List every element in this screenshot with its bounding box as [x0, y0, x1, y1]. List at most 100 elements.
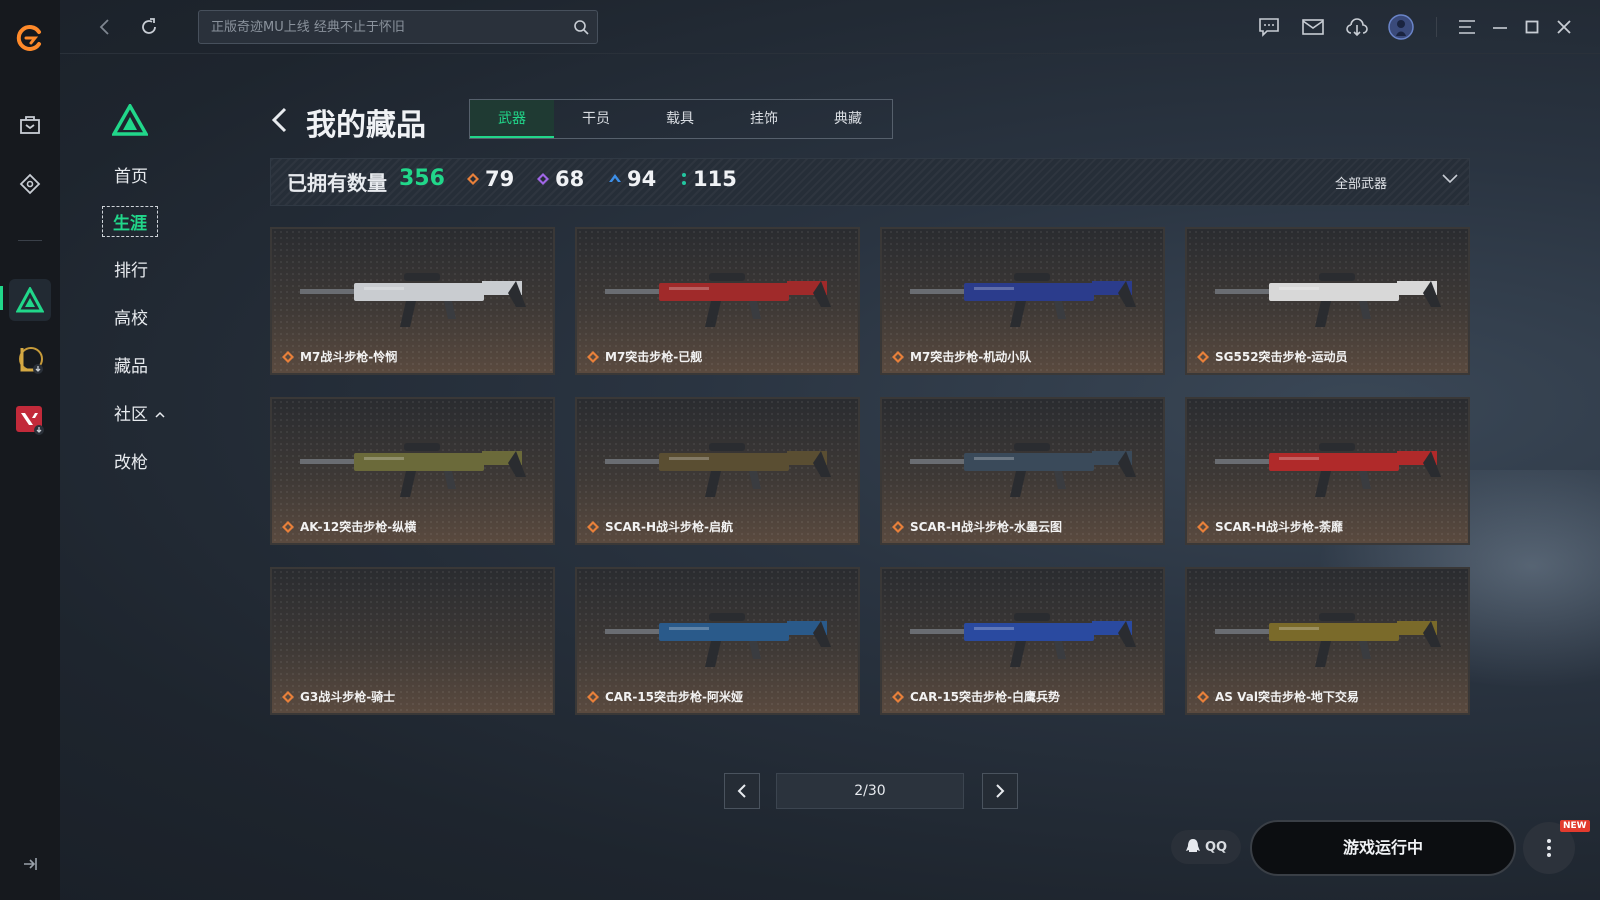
weapon-name: M7突击步枪-已舰 [605, 350, 703, 364]
tab-collector[interactable]: 典藏 [806, 100, 890, 138]
maximize-icon [1525, 20, 1539, 34]
refresh-icon [142, 18, 156, 34]
weapon-name: CAR-15突击步枪-阿米娅 [605, 690, 743, 704]
weapon-card[interactable]: M7突击步枪-机动小队 [880, 227, 1165, 375]
chevron-left-icon [99, 19, 109, 35]
page-title: 我的藏品 [306, 108, 426, 143]
search-box [198, 10, 598, 44]
stat-green-value: 115 [693, 167, 737, 191]
weapon-name: SCAR-H战斗步枪-荼靡 [1215, 520, 1343, 534]
nav-item-gunsmith[interactable]: 改枪 [114, 448, 148, 473]
nav-item-college[interactable]: 高校 [114, 304, 148, 329]
orange-diamond-icon [467, 173, 479, 185]
nav-item-community[interactable]: 社区 [114, 400, 165, 425]
more-vertical-icon [1547, 839, 1551, 857]
weapon-card[interactable]: SCAR-H战斗步枪-水墨云图 [880, 397, 1165, 545]
search-icon[interactable] [573, 19, 589, 35]
weapon-image [910, 273, 1136, 327]
weapon-filter-dropdown[interactable]: 全部武器 [1335, 173, 1387, 192]
mail-icon [1302, 19, 1324, 35]
weapon-image [1215, 613, 1441, 667]
page-indicator: 2/30 [776, 773, 964, 809]
game-running-button[interactable]: 游戏运行中 [1250, 820, 1516, 876]
maximize-button[interactable] [1517, 12, 1547, 42]
nav-item-ranking[interactable]: 排行 [114, 256, 148, 281]
weapon-image [300, 443, 526, 497]
minimize-button[interactable] [1485, 12, 1515, 42]
rarity-diamond-icon [1197, 691, 1209, 703]
refresh-button[interactable] [134, 12, 164, 42]
weapon-card[interactable]: M7战斗步枪-怜悯 [270, 227, 555, 375]
chevron-left-icon [737, 784, 746, 798]
chat-icon [1259, 18, 1279, 37]
close-button[interactable] [1549, 12, 1579, 42]
download-button[interactable] [1342, 12, 1372, 42]
weapon-image [1215, 273, 1441, 327]
prev-page-button[interactable] [724, 773, 760, 809]
weapon-card[interactable]: SCAR-H战斗步枪-荼靡 [1185, 397, 1470, 545]
rarity-diamond-icon [892, 351, 904, 363]
qq-penguin-icon [1185, 839, 1200, 852]
category-tabs: 武器 干员 载具 挂饰 典藏 [469, 99, 893, 139]
topbar-divider [1436, 17, 1437, 37]
message-button[interactable] [1254, 12, 1284, 42]
blue-chevron-icon [609, 174, 621, 182]
ticket-icon[interactable] [12, 166, 48, 202]
rarity-diamond-icon [587, 691, 599, 703]
weapon-card[interactable]: CAR-15突击步枪-白鹰兵势 [880, 567, 1165, 715]
user-avatar-icon [1388, 14, 1414, 40]
collapse-icon[interactable] [12, 846, 48, 882]
chevron-down-icon[interactable] [1441, 171, 1459, 185]
close-icon [1557, 20, 1571, 34]
stat-purple-value: 68 [555, 167, 585, 191]
bag-icon[interactable] [12, 106, 48, 142]
tab-operators[interactable]: 干员 [554, 100, 638, 138]
weapon-name: M7战斗步枪-怜悯 [300, 350, 398, 364]
nav-item-home[interactable]: 首页 [114, 162, 148, 187]
stat-orange: 79 [467, 167, 514, 191]
next-page-button[interactable] [982, 773, 1018, 809]
weapon-image [910, 443, 1136, 497]
nav-item-career[interactable]: 生涯 [102, 206, 158, 237]
search-input[interactable] [199, 11, 549, 43]
weapon-card[interactable]: SG552突击步枪-运动员 [1185, 227, 1470, 375]
weapon-card[interactable]: M7突击步枪-已舰 [575, 227, 860, 375]
valorant-game-icon[interactable] [12, 402, 48, 438]
app-launcher-bar [0, 0, 60, 900]
chevron-up-icon [155, 411, 165, 418]
back-arrow-icon[interactable] [270, 106, 290, 134]
weapon-card[interactable]: CAR-15突击步枪-阿米娅 [575, 567, 860, 715]
owned-count-label: 已拥有数量 [287, 171, 387, 195]
tab-charms[interactable]: 挂饰 [722, 100, 806, 138]
lol-game-icon[interactable] [12, 342, 48, 378]
weapon-card[interactable]: AS Val突击步枪-地下交易 [1185, 567, 1470, 715]
weapon-image [1215, 443, 1441, 497]
weapon-image [605, 443, 831, 497]
rarity-diamond-icon [1197, 351, 1209, 363]
owned-count-value: 356 [399, 166, 445, 191]
avatar[interactable] [1386, 12, 1416, 42]
mail-button[interactable] [1298, 12, 1328, 42]
weapon-image [605, 273, 831, 327]
stat-green: 115 [681, 167, 737, 191]
weapon-card[interactable]: SCAR-H战斗步枪-启航 [575, 397, 860, 545]
new-badge: NEW [1560, 820, 1590, 832]
delta-game-icon[interactable] [9, 279, 51, 321]
menu-button[interactable] [1452, 12, 1482, 42]
stat-blue: 94 [609, 167, 656, 191]
qq-button[interactable]: QQ [1171, 830, 1241, 864]
tab-weapons[interactable]: 武器 [470, 100, 554, 138]
back-button[interactable] [90, 12, 120, 42]
nav-item-collection[interactable]: 藏品 [114, 352, 148, 377]
delta-logo-icon [112, 104, 148, 136]
weapon-name: SG552突击步枪-运动员 [1215, 350, 1348, 364]
weapon-card[interactable]: AK-12突击步枪-纵横 [270, 397, 555, 545]
weapon-image [605, 613, 831, 667]
app-logo-icon[interactable] [12, 20, 48, 56]
tab-vehicles[interactable]: 载具 [638, 100, 722, 138]
chevron-right-icon [996, 784, 1005, 798]
stat-blue-value: 94 [627, 167, 657, 191]
rarity-diamond-icon [892, 691, 904, 703]
rarity-diamond-icon [1197, 521, 1209, 533]
weapon-card[interactable]: G3战斗步枪-骑士 [270, 567, 555, 715]
